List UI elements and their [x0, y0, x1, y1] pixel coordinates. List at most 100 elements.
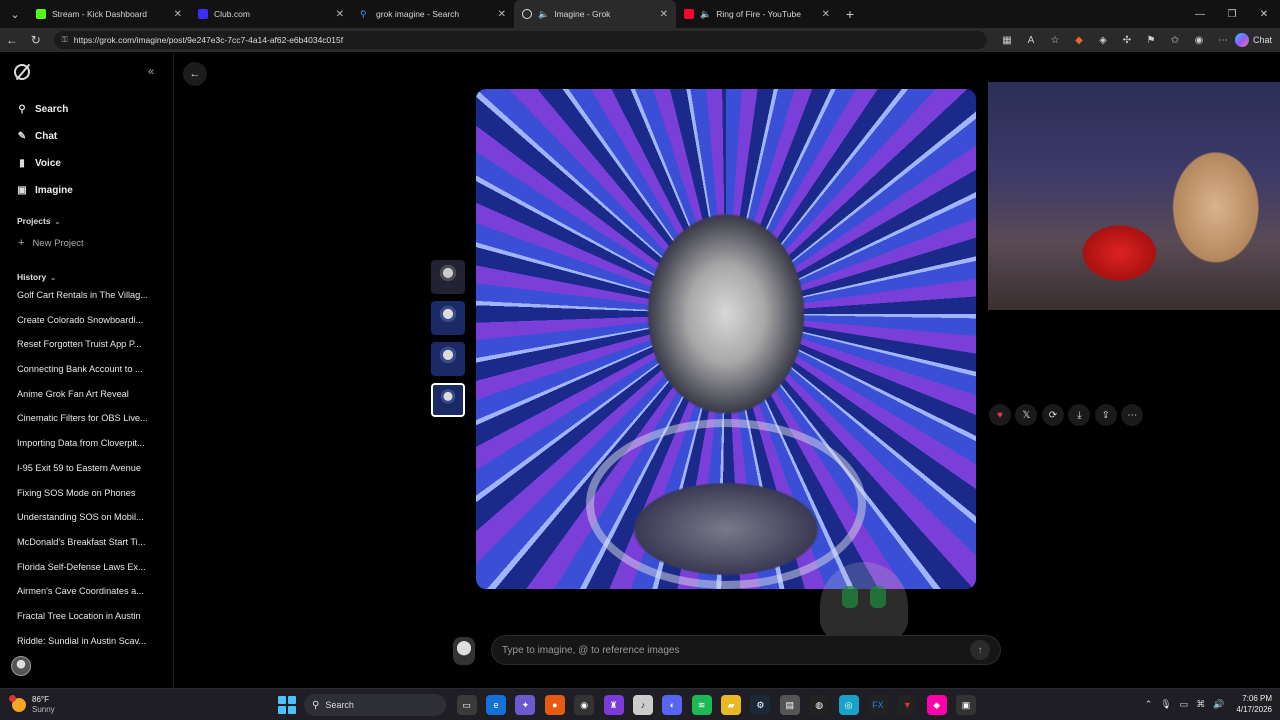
grok-logo-icon[interactable]: [14, 64, 30, 80]
split-screen-icon[interactable]: ▦: [995, 35, 1019, 46]
speaker-icon[interactable]: 🔈: [538, 9, 549, 20]
extension-fox-icon[interactable]: ◆: [1067, 35, 1091, 46]
share-icon[interactable]: ⇪: [1094, 404, 1117, 426]
file-explorer-icon[interactable]: ▰: [721, 695, 742, 715]
obs-icon[interactable]: ◉: [574, 695, 595, 715]
sidebar-item-voice[interactable]: ▮ Voice: [16, 150, 73, 177]
windows-start-icon[interactable]: [278, 696, 296, 714]
twitch-icon[interactable]: ♜: [603, 695, 624, 715]
volume-icon[interactable]: 🔊: [1213, 699, 1224, 710]
clock[interactable]: 7:06 PM 4/17/2026: [1236, 693, 1272, 715]
read-aloud-icon[interactable]: A: [1019, 35, 1043, 46]
history-item[interactable]: Connecting Bank Account to ...: [17, 364, 157, 389]
collections-icon[interactable]: ⚑: [1139, 35, 1163, 46]
discord-icon[interactable]: ◐: [662, 695, 683, 715]
profile-avatar-icon[interactable]: ◉: [1187, 35, 1211, 46]
app-icon[interactable]: ▤: [779, 695, 800, 715]
tab-club[interactable]: Club.com ✕: [190, 0, 352, 28]
projects-header[interactable]: Projects ⌄: [17, 216, 60, 226]
history-item[interactable]: I-95 Exit 59 to Eastern Avenue: [17, 463, 157, 488]
new-project-button[interactable]: + New Project: [18, 237, 84, 249]
close-window-icon[interactable]: ✕: [1248, 9, 1280, 20]
edge-browser-icon[interactable]: e: [486, 695, 507, 715]
user-avatar[interactable]: [11, 656, 31, 676]
history-item[interactable]: Create Colorado Snowboardi...: [17, 315, 157, 340]
weather-widget[interactable]: 86°F Sunny: [9, 694, 55, 715]
steam-icon[interactable]: ⚙: [750, 695, 771, 715]
tab-grok-imagine[interactable]: 🔈 Imagine - Grok ✕: [514, 0, 676, 28]
tab-actions-chevron-icon[interactable]: ⌄: [2, 3, 28, 25]
history-item[interactable]: Importing Data from Cloverpit...: [17, 438, 157, 463]
network-icon[interactable]: ⌘: [1196, 699, 1205, 710]
extensions-puzzle-icon[interactable]: ✣: [1115, 35, 1139, 46]
fx-app-icon[interactable]: FX: [867, 695, 888, 715]
tab-youtube[interactable]: 🔈 Ring of Fire - YouTube ✕: [676, 0, 838, 28]
spotify-icon[interactable]: ≋: [691, 695, 712, 715]
history-item[interactable]: Anime Grok Fan Art Reveal: [17, 389, 157, 414]
extension-diamond-icon[interactable]: ◈: [1091, 35, 1115, 46]
minimize-icon[interactable]: —: [1184, 9, 1216, 20]
history-item[interactable]: Reset Forgotten Truist App P...: [17, 339, 157, 364]
copilot-app-icon[interactable]: ✦: [515, 695, 536, 715]
more-menu-icon[interactable]: ⋯: [1211, 35, 1235, 46]
thumbnail[interactable]: [431, 260, 465, 294]
prompt-bar: ↑: [491, 635, 1001, 665]
tab-close-icon[interactable]: ✕: [498, 9, 506, 20]
history-item[interactable]: Florida Self-Defense Laws Ex...: [17, 562, 157, 587]
history-item[interactable]: Cinematic Filters for OBS Live...: [17, 413, 157, 438]
app-icon[interactable]: ◆: [926, 695, 947, 715]
download-icon[interactable]: ⤓: [1068, 404, 1091, 426]
microphone-icon[interactable]: 🎙: [1160, 699, 1171, 710]
itunes-icon[interactable]: ♪: [632, 695, 653, 715]
tab-close-icon[interactable]: ✕: [822, 9, 830, 20]
chevron-up-icon[interactable]: ⌃: [1145, 699, 1153, 710]
refresh-icon[interactable]: ↻: [24, 33, 48, 47]
regenerate-icon[interactable]: ⟳: [1041, 404, 1064, 426]
favorite-star-icon[interactable]: ☆: [1043, 35, 1067, 46]
restore-icon[interactable]: ❐: [1216, 9, 1248, 20]
history-item[interactable]: Fractal Tree Location in Austin: [17, 611, 157, 636]
url-field[interactable]: ⚿ https://grok.com/imagine/post/9e247e3c…: [53, 31, 987, 49]
history-item[interactable]: Understanding SOS on Mobil...: [17, 512, 157, 537]
app-icon[interactable]: ▣: [956, 695, 977, 715]
thumbnail-selected[interactable]: [431, 383, 465, 417]
speaker-icon[interactable]: 🔈: [700, 9, 711, 20]
history-item[interactable]: Fixing SOS Mode on Phones: [17, 488, 157, 513]
favorites-icon[interactable]: ✩: [1163, 35, 1187, 46]
sidebar-item-chat[interactable]: ✎ Chat: [16, 123, 73, 150]
tab-kick[interactable]: Stream - Kick Dashboard ✕: [28, 0, 190, 28]
history-item[interactable]: McDonald's Breakfast Start Ti...: [17, 537, 157, 562]
task-view-icon[interactable]: ▭: [456, 695, 477, 715]
alert-badge: [9, 694, 16, 702]
thumbnail[interactable]: [431, 342, 465, 376]
history-header[interactable]: History ⌄: [17, 272, 56, 282]
history-item[interactable]: Golf Cart Rentals in The Villag...: [17, 290, 157, 315]
sidebar-item-imagine[interactable]: ▣ Imagine: [16, 177, 73, 204]
app-icon[interactable]: ◎: [838, 695, 859, 715]
back-arrow-icon[interactable]: ←: [0, 33, 24, 47]
tab-close-icon[interactable]: ✕: [336, 9, 344, 20]
back-arrow-icon[interactable]: ←: [183, 62, 207, 86]
new-tab-plus-icon[interactable]: +: [838, 6, 862, 22]
x-share-icon[interactable]: 𝕏: [1015, 404, 1038, 426]
collapse-sidebar-icon[interactable]: «: [148, 66, 154, 78]
more-icon[interactable]: ⋯: [1121, 404, 1144, 426]
history-item[interactable]: Airmen's Cave Coordinates a...: [17, 586, 157, 611]
app-icon[interactable]: ▼: [897, 695, 918, 715]
app-icon[interactable]: ◍: [809, 695, 830, 715]
display-icon[interactable]: ▭: [1180, 699, 1189, 710]
copilot-chat-button[interactable]: Chat: [1234, 33, 1272, 47]
sidebar-item-search[interactable]: ⚲ Search: [16, 96, 73, 123]
site-info-icon[interactable]: ⚿: [62, 35, 68, 45]
heart-icon[interactable]: ♥: [989, 404, 1011, 426]
reference-image-avatar[interactable]: [453, 637, 475, 665]
firefox-icon[interactable]: ●: [544, 695, 565, 715]
tab-search[interactable]: ⚲ grok imagine - Search ✕: [352, 0, 514, 28]
tab-close-icon[interactable]: ✕: [174, 9, 182, 20]
taskbar-search[interactable]: ⚲ Search: [304, 694, 446, 716]
thumbnail[interactable]: [431, 301, 465, 335]
tab-close-icon[interactable]: ✕: [660, 9, 668, 20]
prompt-input[interactable]: [502, 644, 970, 656]
history-item[interactable]: Riddle: Sundial in Austin Scav...: [17, 636, 157, 661]
send-arrow-icon[interactable]: ↑: [970, 640, 990, 660]
